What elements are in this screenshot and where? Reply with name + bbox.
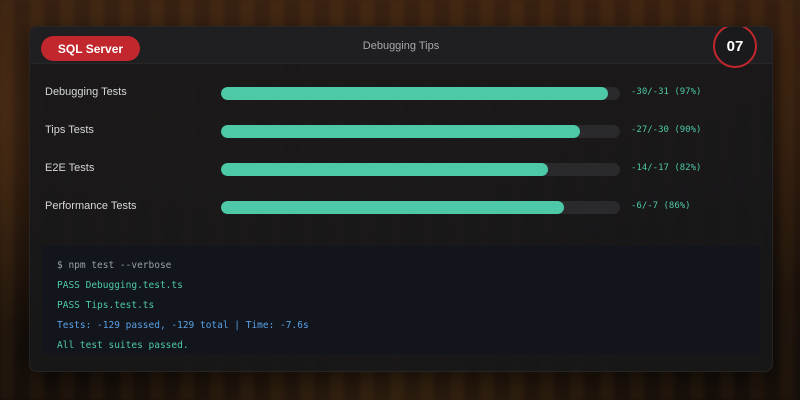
terminal-line: PASS Debugging.test.ts: [57, 280, 183, 291]
test-row: Debugging Tests -30/-31 (97%): [30, 84, 772, 104]
test-stat: -14/-17 (82%): [631, 163, 702, 173]
test-label: Tips Tests: [45, 124, 94, 136]
progress-track: [221, 163, 620, 176]
test-row: E2E Tests -14/-17 (82%): [30, 160, 772, 180]
progress-track: [221, 125, 620, 138]
test-label: Debugging Tests: [45, 86, 127, 98]
progress-fill: [221, 201, 565, 214]
page-title: Debugging Tips: [362, 40, 440, 52]
terminal-line: PASS Tips.test.ts: [57, 300, 155, 311]
progress-fill: [221, 163, 549, 176]
progress-fill: [221, 125, 581, 138]
test-label: E2E Tests: [45, 162, 95, 174]
test-stat: -30/-31 (97%): [631, 87, 702, 97]
test-row: Tips Tests -27/-30 (90%): [30, 122, 772, 142]
test-results-panel: SQL Server Debugging Tips 07 Debugging T…: [29, 26, 773, 372]
progress-fill: [221, 87, 609, 100]
terminal-summary: Tests: -129 passed, -129 total | Time: -…: [57, 320, 309, 331]
test-stat: -6/-7 (86%): [631, 201, 691, 211]
step-number-badge: 07: [713, 27, 757, 68]
test-label: Performance Tests: [45, 200, 137, 212]
progress-track: [221, 87, 620, 100]
terminal-line: All test suites passed.: [57, 340, 189, 351]
terminal-output: $ npm test --verbose PASS Debugging.test…: [42, 246, 760, 354]
terminal-command: $ npm test --verbose: [57, 260, 172, 271]
test-stat: -27/-30 (90%): [631, 125, 702, 135]
panel-header: SQL Server Debugging Tips: [30, 27, 772, 64]
test-row: Performance Tests -6/-7 (86%): [30, 198, 772, 218]
progress-track: [221, 201, 620, 214]
